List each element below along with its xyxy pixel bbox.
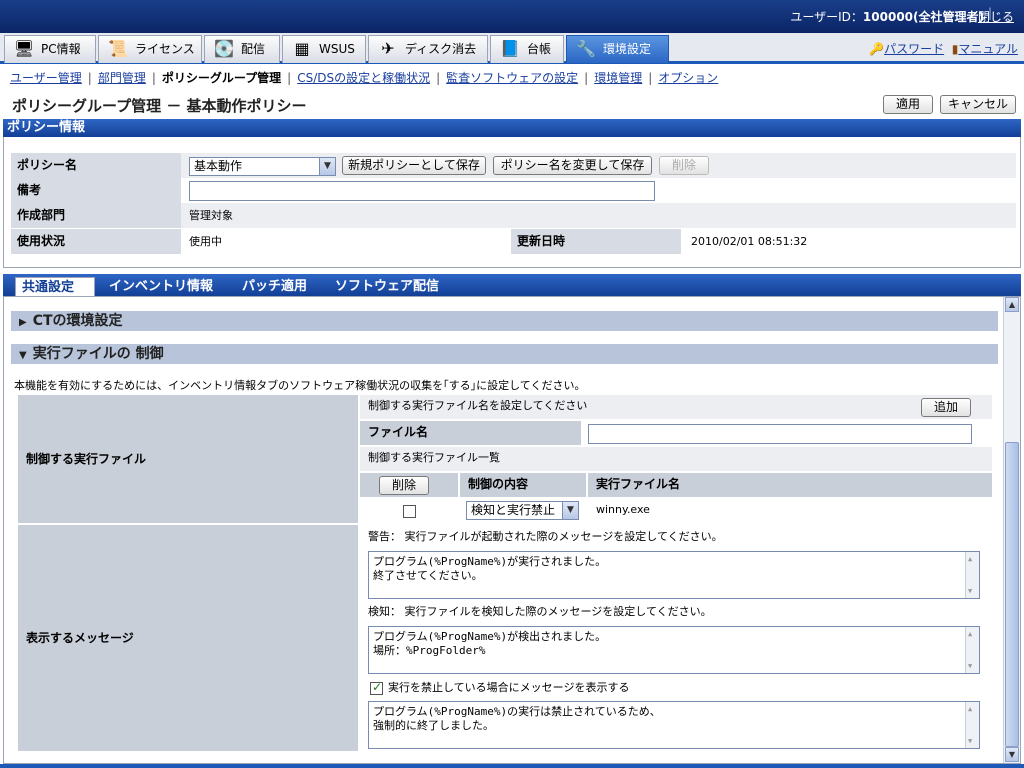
file-name-label: ファイル名 <box>360 421 581 445</box>
dept-label: 作成部門 <box>11 203 181 228</box>
chevron-down-icon: ▼ <box>319 158 335 175</box>
control-col-header: 制御の内容 <box>460 473 586 497</box>
password-link[interactable]: パスワード <box>884 42 944 56</box>
detect-message-textarea[interactable]: プログラム(%ProgName%)が検出されました。 場所：%ProgFolde… <box>368 626 980 674</box>
ct-env-group[interactable]: ▶ CTの環境設定 <box>11 311 998 331</box>
cancel-button[interactable]: キャンセル <box>940 95 1016 114</box>
tab-common-settings[interactable]: 共通設定 <box>15 277 95 296</box>
block-message-textarea[interactable]: プログラム(%ProgName%)の実行は禁止されているため、 強制的に終了しま… <box>368 701 980 749</box>
sub-nav: ユーザー管理 | 部門管理 | ポリシーグループ管理 | CS/DSの設定と稼働状況 | 監査ソ… <box>10 71 719 85</box>
policy-name-select[interactable]: 基本動作 ▼ <box>189 157 336 176</box>
policy-name-label: ポリシー名 <box>11 153 181 178</box>
delivery-icon: 💽 <box>214 39 234 58</box>
tab-pc-info[interactable]: 🖥 PC情報 <box>4 35 96 63</box>
subnav-env-management[interactable]: 環境管理 <box>594 71 642 85</box>
page-title: ポリシーグループ管理 － 基本動作ポリシー <box>12 97 307 115</box>
warn-message-textarea[interactable]: プログラム(%ProgName%)が実行されました。 終了させてください。 <box>368 551 980 599</box>
status-row: 使用状況 使用中 更新日時 2010/02/01 08:51:32 <box>11 229 1016 254</box>
expand-arrow-icon: ▶ <box>19 317 27 328</box>
scroll-up-icon[interactable]: ▲ <box>1005 297 1019 312</box>
rename-save-button[interactable]: ポリシー名を変更して保存 <box>493 156 652 175</box>
disk-erase-icon: ✈ <box>381 39 395 58</box>
tab-inventory[interactable]: インベントリ情報 <box>103 277 219 296</box>
tab-software-delivery[interactable]: ソフトウェア配信 <box>329 277 445 296</box>
scroll-down-icon[interactable]: ▼ <box>1005 747 1019 762</box>
subnav-policy-group: ポリシーグループ管理 <box>161 71 282 85</box>
row-control-select[interactable]: 検知と実行禁止 ▼ <box>466 501 579 520</box>
save-as-new-button[interactable]: 新規ポリシーとして保存 <box>342 156 486 175</box>
updated-label: 更新日時 <box>511 229 681 254</box>
user-info: ユーザーID：100000(全社管理者) <box>790 10 984 24</box>
tab-patch[interactable]: パッチ適用 <box>236 277 313 296</box>
tab-disk-erase[interactable]: ✈ ディスク消去 <box>368 35 488 63</box>
dept-value: 管理対象 <box>189 209 233 222</box>
ledger-icon: 📘 <box>500 39 520 58</box>
detect-hint: 検知： 実行ファイルを検知した際のメッセージを設定してください。 <box>368 605 712 618</box>
exe-col-header: 実行ファイル名 <box>588 473 992 497</box>
exec-control-note: 本機能を有効にするためには、インベントリ情報タブのソフトウェア稼働状況の収集を｢… <box>14 379 586 392</box>
message-label: 表示するメッセージ <box>18 525 358 751</box>
policy-info-header: ポリシー情報 <box>3 119 1021 137</box>
collapse-arrow-icon: ▼ <box>19 350 27 361</box>
status-label: 使用状況 <box>11 229 181 254</box>
textarea-scrollbar[interactable] <box>965 627 979 673</box>
exec-control-group[interactable]: ▼ 実行ファイルの 制御 <box>11 344 998 364</box>
top-links: 🔑パスワード ▮マニュアル <box>869 40 1018 57</box>
page-header: ポリシーグループ管理 － 基本動作ポリシー 適用 キャンセル <box>0 89 1024 119</box>
key-icon: 🔑 <box>869 42 885 56</box>
exec-set-hint: 制御する実行ファイル名を設定してください <box>360 395 992 419</box>
textarea-scrollbar[interactable] <box>965 702 979 748</box>
scroll-thumb[interactable] <box>1005 442 1019 747</box>
wsus-icon: ▦ <box>294 39 310 58</box>
apply-button[interactable]: 適用 <box>883 95 933 114</box>
close-link[interactable]: 閉じる <box>978 8 1014 25</box>
tab-ledger[interactable]: 📘 台帳 <box>490 35 564 63</box>
file-name-input[interactable] <box>588 424 972 444</box>
sub-tabs: 共通設定 インベントリ情報 パッチ適用 ソフトウェア配信 <box>3 274 1021 296</box>
remarks-row: 備考 <box>11 178 1016 203</box>
subnav-audit-software[interactable]: 監査ソフトウェアの設定 <box>446 71 578 85</box>
subnav-cs-ds[interactable]: CS/DSの設定と稼働状況 <box>297 71 430 85</box>
content-panel: ▶ CTの環境設定 ▼ 実行ファイルの 制御 本機能を有効にするためには、インベント… <box>3 296 1021 764</box>
updated-value: 2010/02/01 08:51:32 <box>691 235 808 248</box>
top-bar: ユーザーID：100000(全社管理者) | 閉じる <box>0 0 1024 33</box>
dept-row: 作成部門 管理対象 <box>11 203 1016 228</box>
license-icon: 📜 <box>108 39 128 58</box>
block-message-check-label: 実行を禁止している場合にメッセージを表示する <box>388 681 630 694</box>
exec-file-label: 制御する実行ファイル <box>18 395 358 523</box>
pc-icon: 🖥 <box>13 39 35 58</box>
subnav-options[interactable]: オプション <box>658 71 718 85</box>
remarks-label: 備考 <box>11 178 181 203</box>
exec-list-title: 制御する実行ファイル一覧 <box>360 447 992 471</box>
row-checkbox[interactable] <box>403 505 416 518</box>
chevron-down-icon: ▼ <box>562 502 578 519</box>
textarea-scrollbar[interactable] <box>965 552 979 598</box>
add-button[interactable]: 追加 <box>921 398 971 417</box>
policy-info-panel: ポリシー名 基本動作 ▼ 新規ポリシーとして保存 ポリシー名を変更して保存 削除 … <box>3 137 1021 268</box>
status-value: 使用中 <box>189 235 222 248</box>
remarks-input[interactable] <box>189 181 655 201</box>
tab-settings[interactable]: 🔧 環境設定 <box>566 35 669 63</box>
policy-name-row: ポリシー名 基本動作 ▼ 新規ポリシーとして保存 ポリシー名を変更して保存 削除 <box>11 153 1016 178</box>
settings-icon: 🔧 <box>576 39 596 58</box>
warn-hint: 警告： 実行ファイルが起動された際のメッセージを設定してください。 <box>368 530 723 543</box>
tab-license[interactable]: 📜 ライセンス <box>98 35 202 63</box>
tab-wsus[interactable]: ▦ WSUS <box>282 35 366 63</box>
delete-row-button[interactable]: 削除 <box>379 476 429 495</box>
tab-delivery[interactable]: 💽 配信 <box>204 35 280 63</box>
delete-policy-button[interactable]: 削除 <box>659 156 709 175</box>
subnav-dept-management[interactable]: 部門管理 <box>98 71 146 85</box>
bottom-border <box>0 764 1024 768</box>
panel-scrollbar[interactable]: ▲ ▼ <box>1003 297 1020 763</box>
manual-link[interactable]: マニュアル <box>958 42 1018 56</box>
row-exe-name: winny.exe <box>596 503 650 516</box>
subnav-user-management[interactable]: ユーザー管理 <box>10 71 82 85</box>
